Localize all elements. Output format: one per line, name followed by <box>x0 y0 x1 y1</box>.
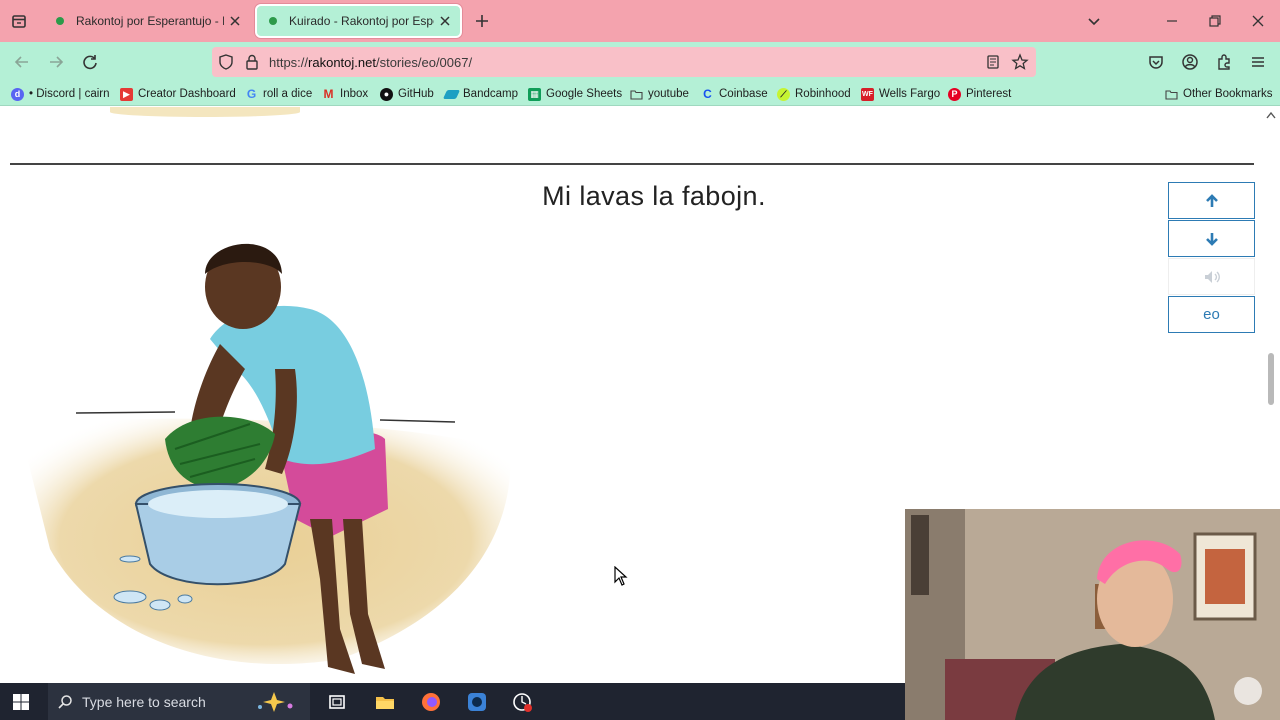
menu-icon[interactable] <box>1247 51 1269 73</box>
play-audio-button[interactable] <box>1168 258 1255 295</box>
bookmark-github[interactable]: ● GitHub <box>380 86 434 102</box>
discord-icon: d <box>11 87 24 101</box>
down-arrow-icon <box>1205 232 1218 246</box>
file-explorer-icon[interactable] <box>373 690 397 714</box>
bookmark-label: • Discord | cairn <box>29 88 110 100</box>
forward-icon[interactable] <box>45 51 67 73</box>
bookmark-star-icon[interactable] <box>1011 53 1029 71</box>
robinhood-icon: ⟋ <box>777 87 790 101</box>
bookmark-robinhood[interactable]: ⟋ Robinhood <box>777 86 851 102</box>
list-all-tabs-icon[interactable] <box>1083 10 1105 32</box>
obs-app-icon[interactable] <box>465 690 489 714</box>
bookmark-label: Bandcamp <box>463 88 518 100</box>
task-view-icon[interactable] <box>325 690 349 714</box>
page-divider <box>10 163 1254 165</box>
scroll-up-icon[interactable] <box>1266 111 1276 119</box>
sparkle-icon <box>258 691 293 712</box>
folder-icon <box>630 89 643 100</box>
address-bar[interactable]: https://rakontoj.net/stories/eo/0067/ <box>212 47 1036 77</box>
extensions-icon[interactable] <box>1213 51 1235 73</box>
bookmark-label: Google Sheets <box>546 88 623 100</box>
bookmark-folder-youtube[interactable]: youtube <box>630 86 689 102</box>
gmail-icon: M <box>323 87 334 101</box>
bookmark-label: Creator Dashboard <box>138 88 236 100</box>
site-favicon-icon <box>269 17 277 25</box>
search-placeholder: Type here to search <box>82 693 206 710</box>
url-path: /stories/eo/0067/ <box>375 55 473 70</box>
bookmark-label: Robinhood <box>795 88 851 100</box>
tab-title: Rakontoj por Esperantujo - Esp <box>76 14 224 28</box>
up-arrow-icon <box>1205 193 1218 207</box>
wells-fargo-icon: WF <box>861 87 874 101</box>
github-icon: ● <box>380 87 393 101</box>
url-host: rakontoj.net <box>308 55 376 70</box>
search-icon <box>58 694 72 709</box>
shield-icon[interactable] <box>217 53 235 71</box>
bookmark-bandcamp[interactable]: Bandcamp <box>442 86 518 102</box>
story-illustration <box>20 243 511 674</box>
bookmark-label: Coinbase <box>719 88 768 100</box>
close-tab-icon[interactable] <box>438 14 452 28</box>
pocket-icon[interactable] <box>1145 51 1167 73</box>
youtube-studio-icon: ▶ <box>120 87 133 101</box>
windows-taskbar: Type here to search <box>0 683 905 720</box>
taskbar-search[interactable]: Type here to search <box>48 683 310 720</box>
story-controls: eo <box>1168 182 1255 334</box>
next-page-button[interactable] <box>1168 220 1255 257</box>
bookmark-roll-a-dice[interactable]: Groll a dice <box>245 86 312 102</box>
new-tab-icon[interactable] <box>472 11 492 31</box>
back-icon[interactable] <box>11 51 33 73</box>
google-icon: G <box>246 87 257 101</box>
windows-start-icon[interactable] <box>12 693 30 711</box>
reader-view-icon[interactable] <box>984 53 1002 71</box>
sheets-icon: ▦ <box>528 87 541 101</box>
other-bookmarks-label: Other Bookmarks <box>1183 88 1273 100</box>
pinterest-icon: P <box>948 87 961 101</box>
other-bookmarks[interactable]: Other Bookmarks <box>1165 86 1272 102</box>
account-icon[interactable] <box>1179 51 1201 73</box>
minimize-icon[interactable] <box>1161 10 1183 32</box>
navigation-toolbar: https://rakontoj.net/stories/eo/0067/ <box>0 42 1280 82</box>
bookmark-google-sheets[interactable]: ▦ Google Sheets <box>528 86 622 102</box>
tab-rakontoj[interactable]: Rakontoj por Esperantujo - Esp <box>44 4 250 38</box>
site-favicon-icon <box>56 17 64 25</box>
scrollbar-thumb[interactable] <box>1268 353 1274 405</box>
mouse-cursor-icon <box>614 566 628 586</box>
bookmark-label: roll a dice <box>263 88 313 100</box>
bookmark-creator-dashboard[interactable]: ▶ Creator Dashboard <box>120 86 236 102</box>
webcam-overlay <box>905 509 1280 720</box>
language-button[interactable]: eo <box>1168 296 1255 333</box>
story-sentence: Mi lavas la fabojn. <box>542 181 766 211</box>
lock-icon[interactable] <box>243 53 261 71</box>
tab-list-icon[interactable] <box>8 10 30 32</box>
url-text[interactable]: https://rakontoj.net/stories/eo/0067/ <box>269 55 472 70</box>
close-tab-icon[interactable] <box>228 14 242 28</box>
bookmarks-toolbar: d • Discord | cairn ▶ Creator Dashboard Gr… <box>0 82 1280 106</box>
bandcamp-icon <box>442 89 461 99</box>
speaker-icon <box>1204 270 1220 283</box>
bookmark-label: youtube <box>648 88 689 100</box>
bookmark-label: Wells Fargo <box>879 88 941 100</box>
url-scheme: https:// <box>269 55 309 70</box>
coinbase-icon: C <box>703 87 712 101</box>
previous-illustration-edge <box>110 107 300 117</box>
bookmark-inbox[interactable]: M Inbox <box>322 86 369 102</box>
reload-icon[interactable] <box>79 51 101 73</box>
bookmark-wells-fargo[interactable]: WF Wells Fargo <box>861 86 940 102</box>
bookmark-coinbase[interactable]: C Coinbase <box>701 86 768 102</box>
tab-kuirado[interactable]: Kuirado - Rakontoj por Esperan <box>255 4 462 38</box>
close-window-icon[interactable] <box>1247 10 1269 32</box>
bookmark-label: Inbox <box>340 88 369 100</box>
previous-page-button[interactable] <box>1168 182 1255 219</box>
firefox-icon[interactable] <box>419 690 443 714</box>
restore-icon[interactable] <box>1204 10 1226 32</box>
bookmark-pinterest[interactable]: P Pinterest <box>948 86 1011 102</box>
recording-app-icon[interactable] <box>511 690 535 714</box>
folder-icon <box>1165 89 1178 100</box>
browser-titlebar: Rakontoj por Esperantujo - Esp Kuirado -… <box>0 0 1280 42</box>
bookmark-label: Pinterest <box>966 88 1012 100</box>
tab-title: Kuirado - Rakontoj por Esperan <box>289 14 434 28</box>
bookmark-label: GitHub <box>398 88 434 100</box>
bookmark-discord[interactable]: d • Discord | cairn <box>11 86 110 102</box>
